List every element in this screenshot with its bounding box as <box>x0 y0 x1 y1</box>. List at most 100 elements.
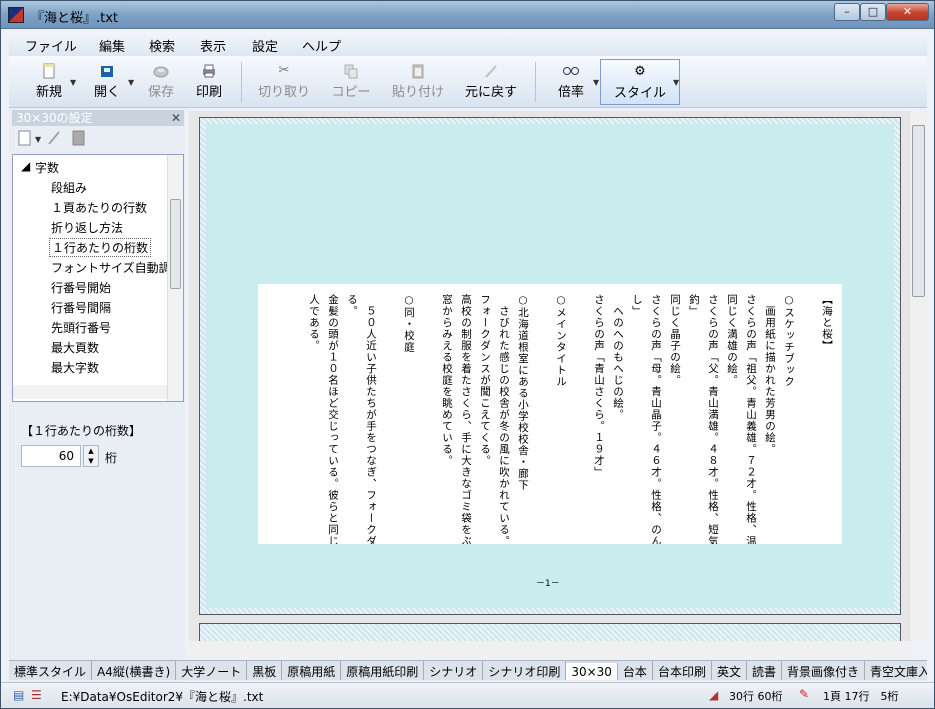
text-column: 高校の制服を着たさくら、手に大きなゴミ袋をぶら <box>460 294 472 544</box>
text-column: ○北海道根室にある小学校校舎・廊下 <box>517 294 529 491</box>
settings-tree: ◢ 字数 段組み １頁あたりの行数 折り返し方法 １行あたりの桁数 フォントサイ… <box>12 154 184 402</box>
close-button[interactable]: ✕ <box>886 3 929 21</box>
edit-style-icon[interactable] <box>48 131 60 145</box>
text-column: る。 <box>346 294 358 317</box>
delete-style-icon[interactable] <box>72 130 85 146</box>
zoom-dropdown-arrow[interactable]: ▼ <box>593 78 599 87</box>
text-column: 金髪の頭が１０名ほど交じっている。彼らと同じ年 <box>327 294 339 544</box>
digits-per-line-input[interactable]: 60 <box>21 445 81 467</box>
tree-item[interactable]: 最大字数 <box>51 359 99 376</box>
vertical-scrollbar[interactable] <box>909 111 927 641</box>
text-column: 同じく晶子の絵。 <box>669 294 681 386</box>
style-tab[interactable]: シナリオ印刷 <box>483 661 567 680</box>
settings-pane: 30×30の設定 ✕ ▼ ◢ 字数 段組み １頁あたりの行数 折り返し方法 １行… <box>9 108 185 682</box>
text-column: さくらの声「母。青山晶子。４６才。性格、のんき。趣 <box>650 294 662 544</box>
tree-item[interactable]: フォントサイズ自動調 <box>51 259 171 276</box>
save-button[interactable]: 保存 <box>141 59 181 105</box>
style-dropdown-arrow[interactable]: ▼ <box>673 78 679 87</box>
cut-button[interactable]: ✂ 切り取り <box>256 59 312 105</box>
title-bar[interactable]: 『海と桜』.txt – □ ✕ <box>1 1 934 29</box>
paste-button[interactable]: 貼り付け <box>390 59 446 105</box>
scissors-icon: ✂ <box>278 63 290 78</box>
style-tab[interactable]: 標準スタイル <box>9 661 93 680</box>
page: 【海と桜】 ○スケッチブック 画用紙に描かれた芳男の絵。 さくらの声「祖父。青山義雄… <box>199 117 901 615</box>
style-tab[interactable]: 原稿用紙印刷 <box>341 661 425 680</box>
menu-view[interactable]: 表示 <box>200 36 226 55</box>
copy-button[interactable]: コピー <box>327 59 375 105</box>
app-icon[interactable] <box>8 7 24 23</box>
tree-item[interactable]: 先頭行番号 <box>51 319 111 336</box>
new-style-dropdown-icon[interactable]: ▼ <box>35 135 42 144</box>
print-button[interactable]: 印刷 <box>189 59 229 105</box>
style-button[interactable]: ⚙ スタイル <box>600 59 680 105</box>
style-tab[interactable]: 台本 <box>617 661 653 680</box>
spin-buttons[interactable]: ▲ ▼ <box>83 445 99 467</box>
text-column: さびれた感じの校舎が冬の風に吹かれている。 <box>498 294 510 545</box>
style-tab[interactable]: 英文 <box>711 661 747 680</box>
style-tab[interactable]: 原稿用紙 <box>282 661 342 680</box>
menu-file[interactable]: ファイル <box>25 36 77 55</box>
status-bar: ▤ ☰ E:¥Data¥OsEditor2¥『海と桜』.txt ◢ 30行 60… <box>1 682 934 708</box>
tree-item[interactable]: 行番号開始 <box>51 279 111 296</box>
toolbar-separator <box>535 62 536 102</box>
tree-item[interactable]: １頁あたりの行数 <box>51 199 147 216</box>
style-tab[interactable]: 読書 <box>746 661 782 680</box>
tree-scrollbar[interactable] <box>167 155 183 401</box>
style-tab[interactable]: 大学ノート <box>176 661 248 680</box>
tree-root-label[interactable]: 字数 <box>35 159 59 176</box>
page-margin: 【海と桜】 ○スケッチブック 画用紙に描かれた芳男の絵。 さくらの声「祖父。青山義雄… <box>206 124 894 608</box>
vertical-scroll-thumb[interactable] <box>912 125 925 297</box>
pane-close-icon[interactable]: ✕ <box>171 110 181 126</box>
cursor-position: 1頁 17行 5桁 <box>823 690 899 703</box>
menu-search[interactable]: 検索 <box>149 36 175 55</box>
tree-scroll-thumb[interactable] <box>170 199 181 289</box>
text-column: フォークダンスが聞こえてくる。 <box>479 294 491 467</box>
document-view[interactable]: 【海と桜】 ○スケッチブック 画用紙に描かれた芳男の絵。 さくらの声「祖父。青山義雄… <box>189 111 909 643</box>
text-column: ○メインタイトル <box>555 294 567 388</box>
tree-item-selected[interactable]: １行あたりの桁数 <box>49 238 152 257</box>
style-tab[interactable]: 台本印刷 <box>652 661 712 680</box>
menu-edit[interactable]: 編集 <box>99 36 125 55</box>
text-column: 人である。 <box>308 294 320 352</box>
tree-item[interactable]: 最大頁数 <box>51 339 99 356</box>
style-tab[interactable]: 青空文庫入力校正 <box>865 661 927 680</box>
tree-item[interactable]: 段組み <box>51 179 87 196</box>
new-button[interactable]: 新規 <box>29 59 69 105</box>
window-title: 『海と桜』.txt <box>31 11 119 26</box>
encoding-icon: ☰ <box>31 688 42 702</box>
tree-expander-icon[interactable]: ◢ <box>21 159 30 173</box>
undo-button[interactable]: 元に戻す <box>461 59 521 105</box>
style-tab[interactable]: 黒板 <box>247 661 283 680</box>
tree-item[interactable]: 行番号間隔 <box>51 299 111 316</box>
text-column: 同じく満雄の絵。 <box>726 294 738 386</box>
minimize-button[interactable]: – <box>834 3 860 21</box>
zoom-button[interactable]: 倍率 <box>549 59 593 105</box>
horizontal-scrollbar[interactable] <box>189 641 909 658</box>
maximize-button[interactable]: □ <box>860 3 886 21</box>
text-column: ５０人近い子供たちが手をつなぎ、フォークダンス <box>365 294 377 545</box>
style-tab[interactable]: A4縦(横書き) <box>92 661 177 680</box>
open-dropdown-arrow[interactable]: ▼ <box>128 78 134 87</box>
style-tab[interactable]: 背景画像付き <box>781 661 865 680</box>
toolbar-separator <box>241 62 242 102</box>
text-column: さくらの声「父。青山満雄。４８才。性格、短気。趣味 <box>707 294 719 544</box>
new-document-icon <box>40 63 58 79</box>
open-button[interactable]: 開く <box>87 59 127 105</box>
layout-info: 30行 60桁 <box>729 690 783 703</box>
text-column: さくらの声「祖父。青山義雄。７２才。性格、温和。趣 <box>745 294 757 544</box>
menu-help[interactable]: ヘルプ <box>302 36 341 55</box>
style-tab[interactable]: 30×30 <box>566 663 618 680</box>
new-dropdown-arrow[interactable]: ▼ <box>70 78 76 87</box>
pen-icon: ✎ <box>799 687 810 701</box>
new-style-icon[interactable] <box>18 130 31 146</box>
pane-toolbar: ▼ <box>13 128 183 150</box>
menu-settings[interactable]: 設定 <box>252 36 278 55</box>
text-column: さくらの声「青山さくら。１９才」 <box>593 294 605 478</box>
tree-item[interactable]: 折り返し方法 <box>51 219 123 236</box>
undo-icon <box>482 63 500 79</box>
text-area[interactable]: 【海と桜】 ○スケッチブック 画用紙に描かれた芳男の絵。 さくらの声「祖父。青山義雄… <box>258 284 842 544</box>
text-column: し」 <box>631 294 643 317</box>
style-tab[interactable]: シナリオ <box>424 661 484 680</box>
gear-icon: ⚙ <box>634 64 646 79</box>
tree-horizontal-scrollbar[interactable] <box>13 385 167 399</box>
